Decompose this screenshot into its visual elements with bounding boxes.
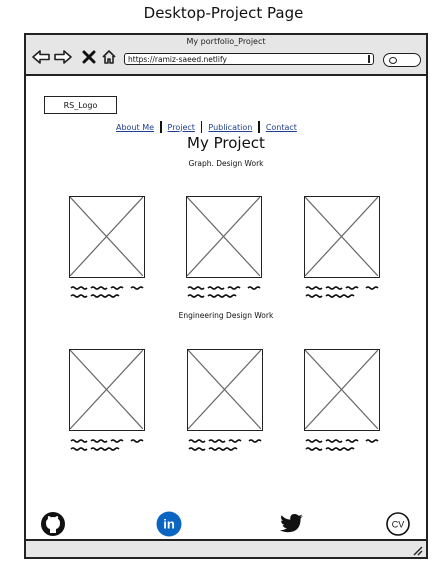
project-card[interactable] xyxy=(69,349,149,457)
section-title-engineering-design: Engineering Design Work xyxy=(178,311,274,320)
image-placeholder xyxy=(304,196,380,278)
placeholder-text xyxy=(70,439,144,451)
browser-toolbar: My portfolio_Project https://ramiz-saeed… xyxy=(26,35,426,76)
main-nav: About Me Project Publication Contact xyxy=(112,121,301,133)
url-text: https://ramiz-saeed.netlify xyxy=(128,55,227,64)
url-bar[interactable]: https://ramiz-saeed.netlify xyxy=(124,53,374,65)
linkedin-label: in xyxy=(163,517,175,532)
image-placeholder xyxy=(187,349,263,431)
page-content: RS_Logo About Me Project Publication Con… xyxy=(26,76,426,539)
twitter-icon[interactable] xyxy=(279,511,305,537)
home-icon[interactable] xyxy=(100,49,118,65)
placeholder-text xyxy=(70,286,144,298)
placeholder-text xyxy=(188,439,262,451)
nav-divider xyxy=(200,121,203,133)
close-x-icon[interactable] xyxy=(80,49,98,65)
image-placeholder xyxy=(69,196,145,278)
nav-link-project[interactable]: Project xyxy=(164,123,199,132)
window-title: My portfolio_Project xyxy=(186,37,266,46)
linkedin-icon[interactable]: in xyxy=(156,511,182,537)
url-cursor xyxy=(368,55,370,63)
search-icon xyxy=(389,57,397,64)
forward-arrow-icon[interactable] xyxy=(54,49,72,65)
image-placeholder xyxy=(69,349,145,431)
placeholder-text xyxy=(187,286,261,298)
project-card[interactable] xyxy=(186,196,266,304)
section-title-graphic-design: Graph. Design Work xyxy=(188,159,264,168)
logo[interactable]: RS_Logo xyxy=(44,96,117,114)
page-heading: My Project xyxy=(187,134,265,152)
page-title: Desktop-Project Page xyxy=(143,4,304,22)
cv-label: CV xyxy=(392,520,405,530)
search-field[interactable] xyxy=(383,53,421,67)
nav-divider xyxy=(160,121,162,133)
cv-icon[interactable]: CV xyxy=(385,511,411,537)
back-arrow-icon[interactable] xyxy=(32,49,50,65)
image-placeholder xyxy=(304,349,380,431)
project-card[interactable] xyxy=(304,196,384,304)
nav-link-publication[interactable]: Publication xyxy=(204,123,256,132)
browser-window: My portfolio_Project https://ramiz-saeed… xyxy=(24,33,428,559)
nav-link-contact[interactable]: Contact xyxy=(262,123,301,132)
project-card[interactable] xyxy=(304,349,384,457)
nav-link-about-me[interactable]: About Me xyxy=(112,123,158,132)
image-placeholder xyxy=(186,196,262,278)
status-bar xyxy=(26,539,426,557)
nav-divider xyxy=(258,121,260,133)
project-card[interactable] xyxy=(187,349,267,457)
project-card[interactable] xyxy=(69,196,149,304)
github-icon[interactable] xyxy=(40,511,66,537)
resize-grip-icon[interactable] xyxy=(411,544,423,556)
placeholder-text xyxy=(305,286,379,298)
placeholder-text xyxy=(305,439,379,451)
